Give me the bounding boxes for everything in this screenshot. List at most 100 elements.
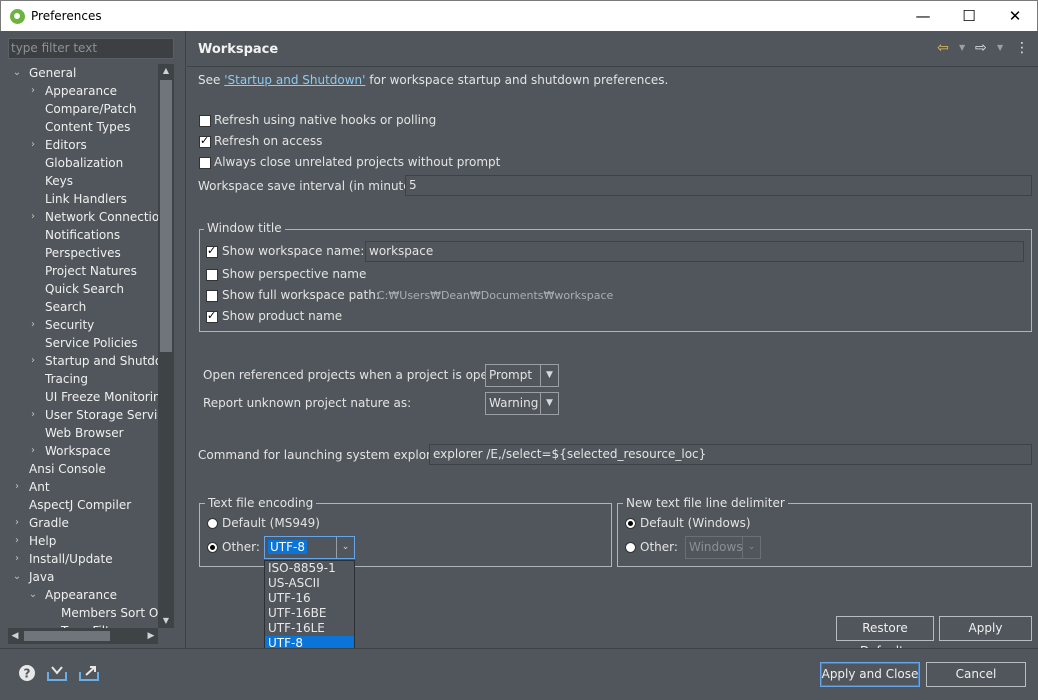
- tree-item[interactable]: UI Freeze Monitoring: [8, 388, 158, 406]
- forward-dropdown-icon[interactable]: ▼: [997, 43, 1003, 52]
- encoding-option[interactable]: UTF-16BE: [265, 606, 354, 621]
- tree-item[interactable]: › User Storage Service: [8, 406, 158, 424]
- chevron-down-icon[interactable]: ⌄: [12, 64, 22, 82]
- export-icon[interactable]: [78, 664, 100, 687]
- chevron-right-icon[interactable]: ›: [28, 442, 38, 460]
- chevron-right-icon[interactable]: ›: [28, 136, 38, 154]
- chevron-right-icon[interactable]: ›: [28, 406, 38, 424]
- help-icon[interactable]: ?: [18, 664, 36, 687]
- tree-item[interactable]: › Security: [8, 316, 158, 334]
- encoding-option[interactable]: UTF-16: [265, 591, 354, 606]
- tree-item[interactable]: Service Policies: [8, 334, 158, 352]
- tree-item[interactable]: Compare/Patch: [8, 100, 158, 118]
- encoding-option[interactable]: UTF-16LE: [265, 621, 354, 636]
- tree-item[interactable]: › Appearance: [8, 82, 158, 100]
- tree-item[interactable]: › Gradle: [8, 514, 158, 532]
- tree-item[interactable]: Link Handlers: [8, 190, 158, 208]
- report-unknown-select[interactable]: Warning ▼: [485, 392, 559, 415]
- chevron-right-icon[interactable]: ›: [28, 316, 38, 334]
- encoding-other-radio[interactable]: [207, 542, 218, 553]
- tree-item[interactable]: › Install/Update: [8, 550, 158, 568]
- tree-item[interactable]: › Ant: [8, 478, 158, 496]
- tree-item[interactable]: Web Browser: [8, 424, 158, 442]
- tree-item[interactable]: Perspectives: [8, 244, 158, 262]
- tree-item[interactable]: ⌄ General: [8, 64, 158, 82]
- tree-item[interactable]: Search: [8, 298, 158, 316]
- tree-item-label: AspectJ Compiler: [29, 498, 132, 512]
- show-full-path-checkbox[interactable]: [206, 290, 218, 302]
- show-workspace-name-checkbox[interactable]: [206, 244, 218, 258]
- cancel-button[interactable]: Cancel: [926, 662, 1026, 687]
- encoding-option[interactable]: US-ASCII: [265, 576, 354, 591]
- tree-item[interactable]: Project Natures: [8, 262, 158, 280]
- tree-item[interactable]: Keys: [8, 172, 158, 190]
- tree-item[interactable]: Members Sort Orc: [8, 604, 158, 622]
- hscroll-thumb[interactable]: [24, 631, 110, 641]
- tree-item[interactable]: ⌄ Appearance: [8, 586, 158, 604]
- scroll-down-icon[interactable]: ▼: [158, 614, 174, 628]
- tree-item[interactable]: › Help: [8, 532, 158, 550]
- chevron-right-icon[interactable]: ›: [12, 550, 22, 568]
- tree-item-label: Globalization: [45, 156, 124, 170]
- command-input[interactable]: explorer /E,/select=${selected_resource_…: [429, 444, 1032, 465]
- tree-vertical-scrollbar[interactable]: ▲ ▼: [158, 64, 174, 628]
- encoding-option[interactable]: ISO-8859-1: [265, 561, 354, 576]
- startup-shutdown-link[interactable]: 'Startup and Shutdown': [224, 73, 365, 87]
- refresh-native-checkbox[interactable]: [199, 115, 211, 127]
- tree-horizontal-scrollbar[interactable]: ◀ ▶: [8, 628, 158, 644]
- show-product-name-checkbox[interactable]: [206, 309, 218, 323]
- tree-item[interactable]: Notifications: [8, 226, 158, 244]
- forward-arrow-icon[interactable]: ⇨: [975, 40, 987, 56]
- window-title: Preferences: [31, 9, 102, 23]
- always-close-checkbox[interactable]: [199, 157, 211, 169]
- chevron-right-icon[interactable]: ›: [28, 208, 38, 226]
- tree-item-label: Perspectives: [45, 246, 121, 260]
- app-icon: [10, 9, 25, 24]
- refresh-access-checkbox[interactable]: [199, 134, 211, 148]
- chevron-right-icon[interactable]: ›: [12, 532, 22, 550]
- apply-and-close-button[interactable]: Apply and Close: [820, 662, 920, 687]
- tree-item[interactable]: Content Types: [8, 118, 158, 136]
- filter-input[interactable]: type filter text: [8, 38, 174, 59]
- scroll-up-icon[interactable]: ▲: [158, 64, 174, 78]
- scroll-left-icon[interactable]: ◀: [8, 628, 22, 644]
- back-dropdown-icon[interactable]: ▼: [959, 43, 965, 52]
- restore-defaults-button[interactable]: Restore Defaults: [836, 616, 934, 658]
- workspace-name-input[interactable]: workspace: [365, 241, 1024, 262]
- view-menu-icon[interactable]: ⋮: [1015, 40, 1029, 56]
- tree-item[interactable]: › Startup and Shutdow: [8, 352, 158, 370]
- chevron-down-icon[interactable]: ⌄: [28, 586, 38, 604]
- tree-item-label: Appearance: [45, 588, 118, 602]
- close-button[interactable]: ✕: [992, 1, 1038, 31]
- tree-item[interactable]: › Editors: [8, 136, 158, 154]
- encoding-default-radio[interactable]: [207, 518, 218, 529]
- delimiter-other-radio[interactable]: [625, 542, 636, 553]
- scroll-right-icon[interactable]: ▶: [144, 628, 158, 644]
- title-bar: Preferences — ☐ ✕: [0, 0, 1038, 31]
- delimiter-select[interactable]: Windows ⌄: [685, 536, 761, 559]
- chevron-right-icon[interactable]: ›: [12, 514, 22, 532]
- chevron-down-icon[interactable]: ⌄: [12, 568, 22, 586]
- tree-item[interactable]: AspectJ Compiler: [8, 496, 158, 514]
- encoding-select[interactable]: UTF-8 ⌄: [264, 536, 355, 559]
- back-arrow-icon[interactable]: ⇦: [937, 40, 949, 56]
- tree-item[interactable]: Ansi Console: [8, 460, 158, 478]
- scroll-thumb[interactable]: [160, 80, 172, 352]
- tree-item[interactable]: Tracing: [8, 370, 158, 388]
- tree-item[interactable]: Quick Search: [8, 280, 158, 298]
- show-perspective-name-checkbox[interactable]: [206, 269, 218, 281]
- save-interval-input[interactable]: 5: [405, 175, 1032, 196]
- chevron-right-icon[interactable]: ›: [28, 352, 38, 370]
- minimize-button[interactable]: —: [900, 1, 946, 31]
- chevron-right-icon[interactable]: ›: [12, 478, 22, 496]
- chevron-right-icon[interactable]: ›: [28, 82, 38, 100]
- import-icon[interactable]: [46, 664, 68, 687]
- maximize-button[interactable]: ☐: [946, 1, 992, 31]
- tree-item[interactable]: › Network Connection: [8, 208, 158, 226]
- apply-button[interactable]: Apply: [939, 616, 1032, 641]
- tree-item[interactable]: Globalization: [8, 154, 158, 172]
- tree-item[interactable]: › Workspace: [8, 442, 158, 460]
- delimiter-default-radio[interactable]: [625, 518, 636, 529]
- open-referenced-select[interactable]: Prompt ▼: [485, 364, 559, 387]
- tree-item[interactable]: ⌄ Java: [8, 568, 158, 586]
